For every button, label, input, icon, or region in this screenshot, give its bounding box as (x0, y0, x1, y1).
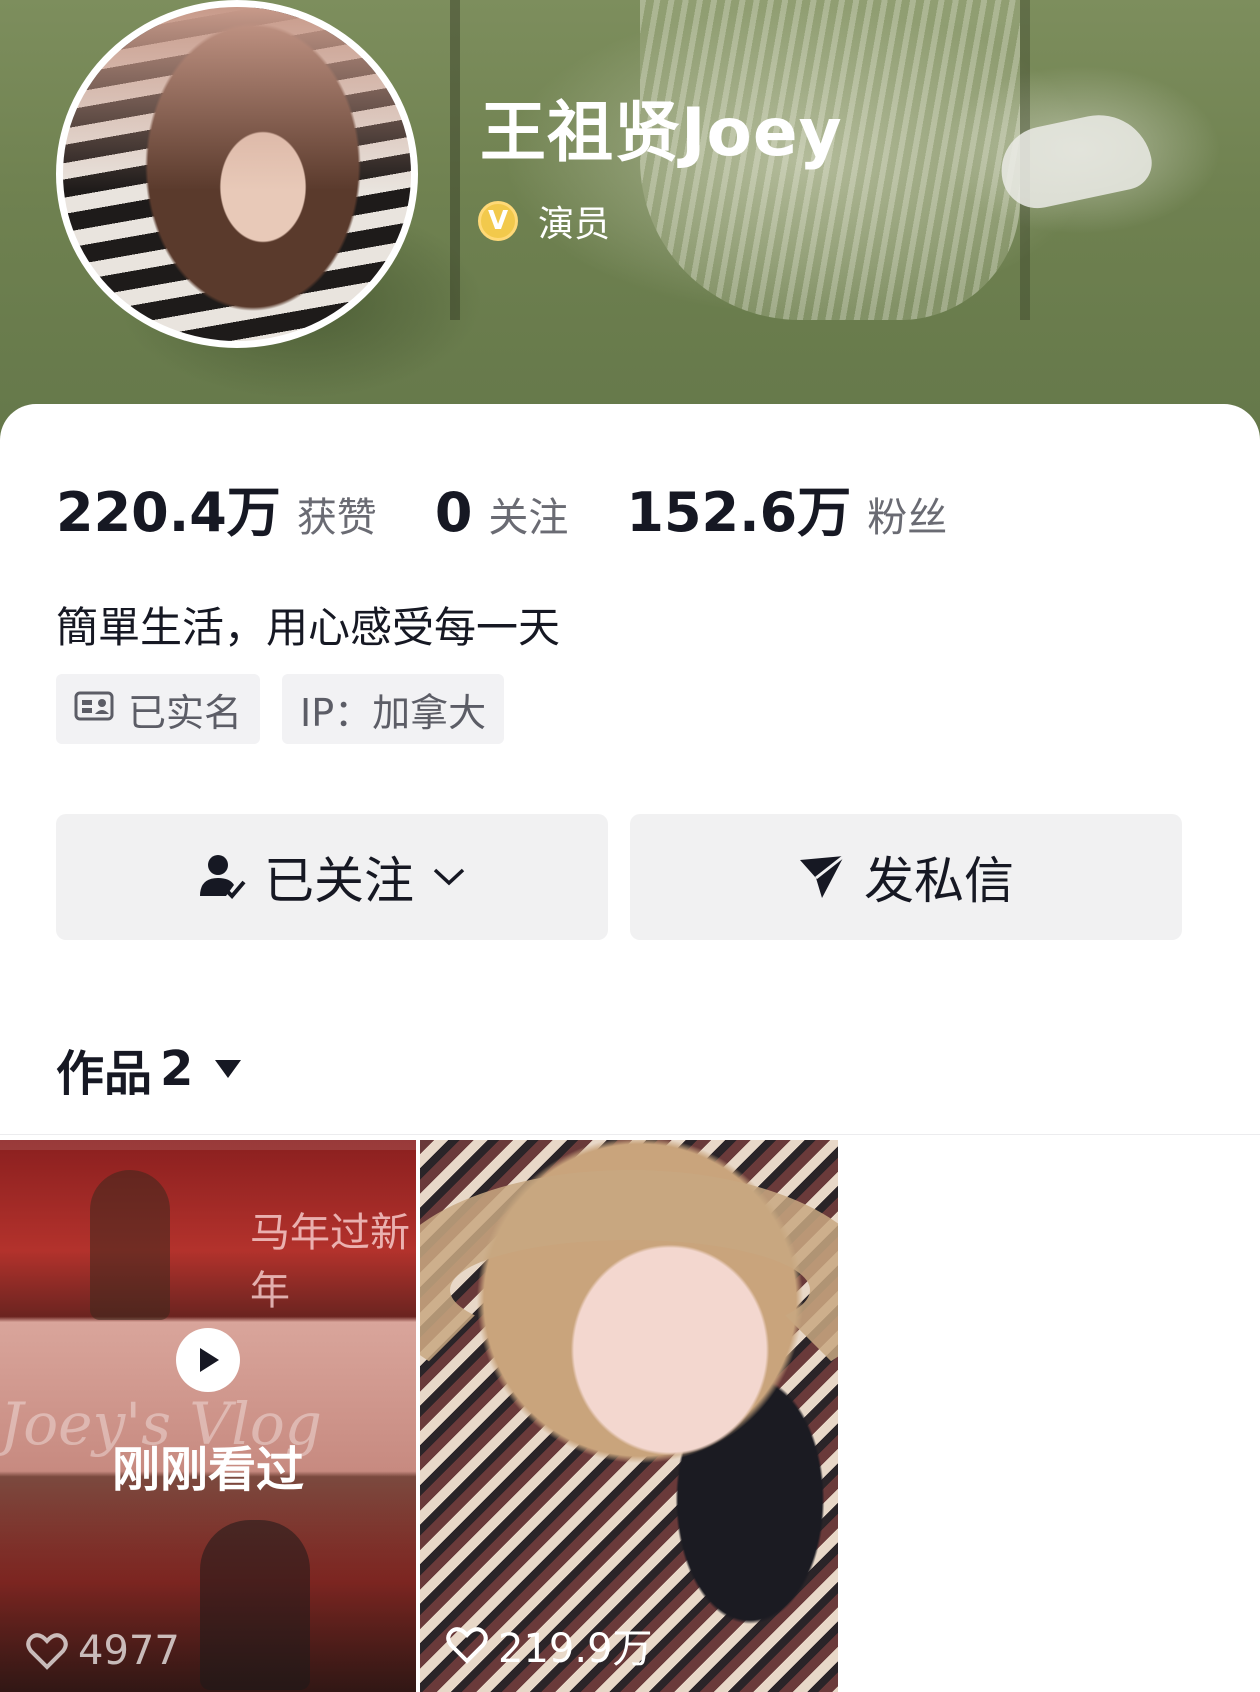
stat-following-value: 0 (434, 481, 473, 544)
profile-header: 王祖贤Joey V 演员 (0, 0, 1260, 440)
ip-location-label: IP：加拿大 (300, 690, 487, 735)
recently-viewed-label: 刚刚看过 (111, 1442, 304, 1498)
thumb-figure (200, 1520, 310, 1690)
video-likes: 219.9万 (446, 1616, 653, 1674)
verified-v-icon: V (478, 201, 518, 241)
id-card-icon (74, 687, 114, 731)
heart-icon (446, 1627, 488, 1664)
stat-likes-label: 获赞 (296, 495, 377, 541)
user-check-icon (200, 855, 246, 899)
profile-bio: 簡單生活，用心感受每一天 (56, 603, 561, 652)
verified-name-label: 已实名 (128, 690, 243, 735)
following-button-label: 已关注 (264, 852, 414, 910)
video-likes: 4977 (26, 1628, 180, 1674)
play-icon (176, 1328, 240, 1392)
section-divider (0, 1134, 1260, 1135)
chevron-down-icon (433, 868, 465, 886)
works-tab[interactable]: 作品 2 (56, 1034, 243, 1104)
profile-name: 王祖贤Joey (480, 94, 843, 171)
heart-icon (26, 1633, 68, 1670)
thumb-band (0, 1140, 416, 1150)
video-likes-count: 4977 (78, 1628, 180, 1674)
thumb-fur-hood (420, 1170, 838, 1410)
stat-followers-label: 粉丝 (867, 495, 948, 541)
video-likes-count: 219.9万 (498, 1626, 653, 1672)
avatar-backdrop (63, 7, 411, 341)
works-count: 2 (160, 1041, 194, 1097)
send-message-button[interactable]: 发私信 (630, 814, 1182, 940)
send-message-label: 发私信 (864, 852, 1014, 910)
stat-followers-value: 152.6万 (626, 481, 852, 544)
stat-likes[interactable]: 220.4万 获赞 (56, 468, 377, 547)
caret-down-icon (215, 1060, 242, 1078)
avatar[interactable] (56, 0, 418, 348)
stat-following-label: 关注 (488, 495, 569, 541)
video-thumbnail-2[interactable]: 219.9万 (420, 1140, 838, 1692)
send-icon (800, 854, 845, 898)
thumb-decor-text: 马年过新年 (250, 1210, 410, 1314)
video-thumbnail-1[interactable]: 马年过新年 Joey's Vlog 刚刚看过 4977 (0, 1140, 416, 1692)
ip-location-tag: IP：加拿大 (282, 674, 505, 744)
following-button[interactable]: 已关注 (56, 814, 608, 940)
thumb-figure (90, 1170, 170, 1320)
profile-role: 演员 (538, 204, 611, 245)
verified-name-tag[interactable]: 已实名 (56, 674, 261, 744)
profile-tags: 已实名 IP：加拿大 (56, 674, 526, 744)
stat-likes-value: 220.4万 (56, 481, 281, 544)
stat-followers[interactable]: 152.6万 粉丝 (626, 468, 947, 547)
stats-row: 220.4万 获赞 0 关注 152.6万 粉丝 (56, 468, 1005, 547)
works-label: 作品 (56, 1046, 153, 1102)
role-row: V 演员 (478, 195, 610, 247)
stat-following[interactable]: 0 关注 (435, 481, 569, 544)
